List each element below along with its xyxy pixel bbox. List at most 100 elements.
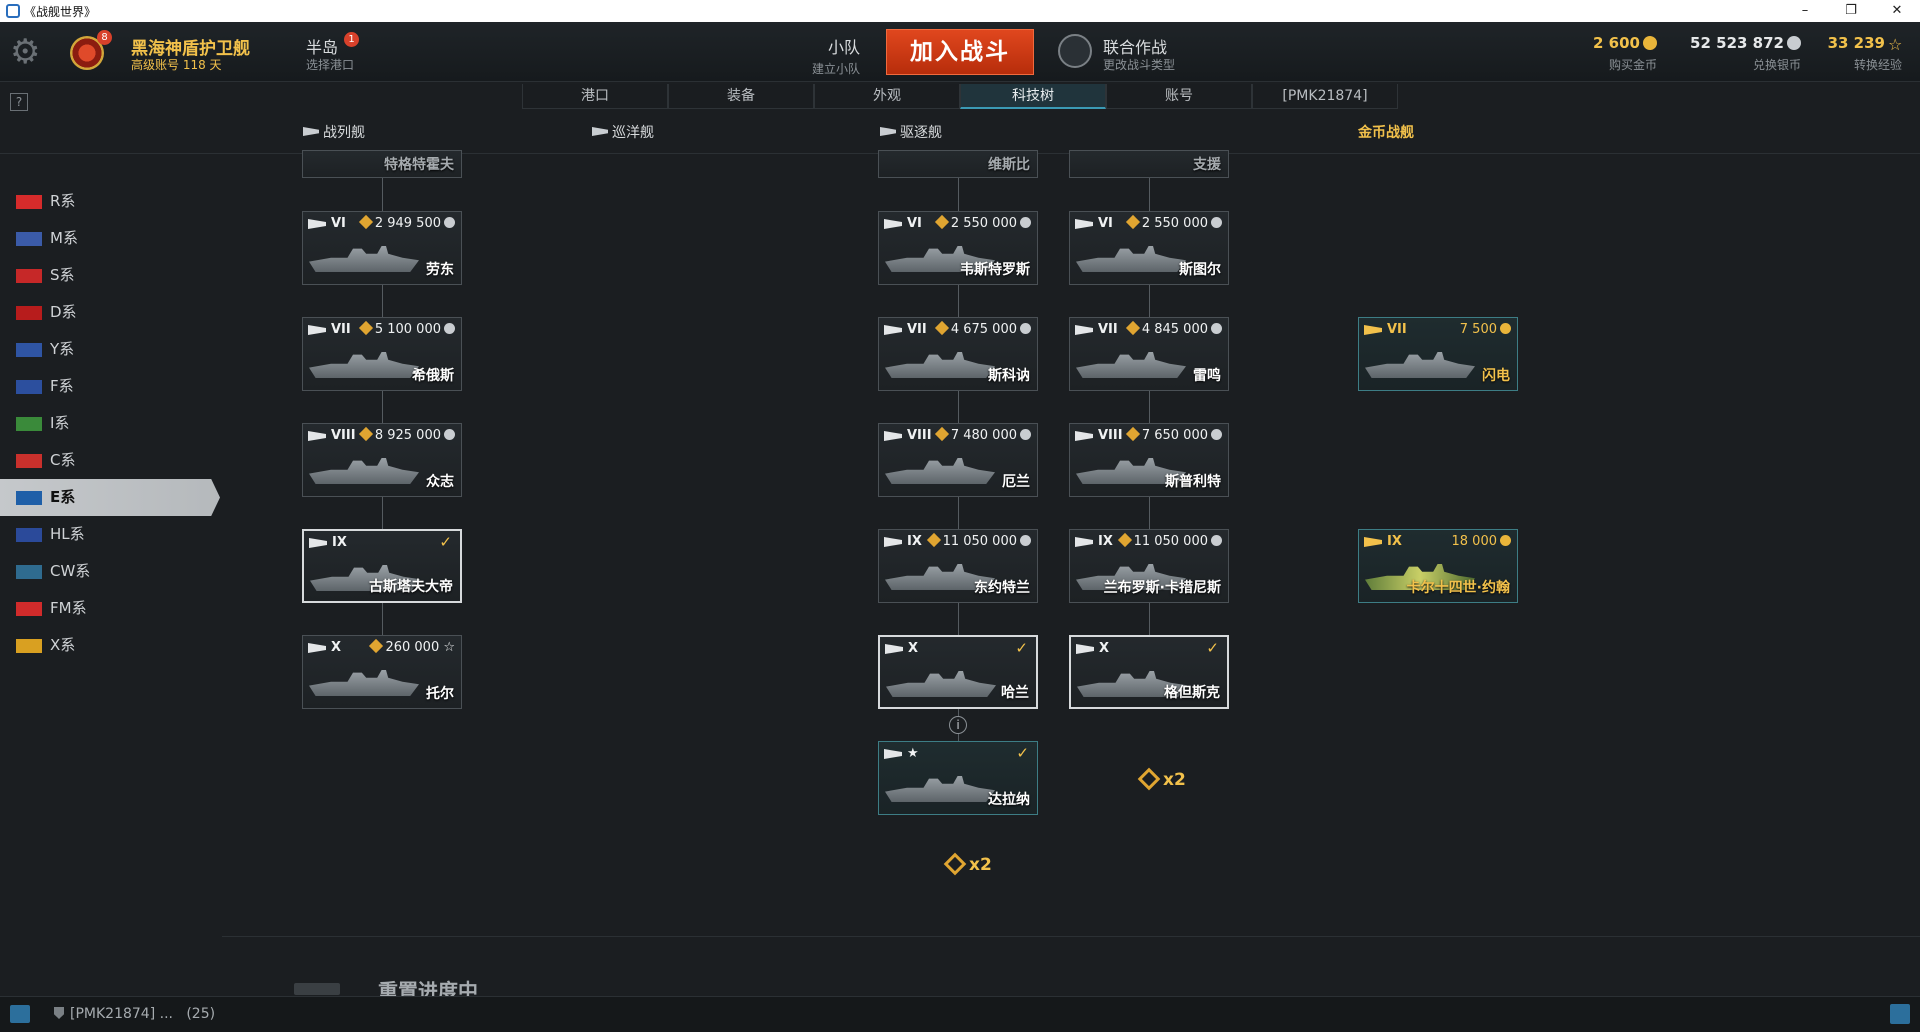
nation-item-x[interactable]: X系 (0, 627, 220, 664)
top-header: ⚙ 8 黑海神盾护卫舰 高级账号 118 天 半岛 1 选择港口 小队 建立小队… (0, 22, 1920, 82)
nation-item-s[interactable]: S系 (0, 257, 220, 294)
ship-card-dalarna[interactable]: ★ ✓ 达拉纳 (878, 741, 1038, 815)
port-name[interactable]: 半岛 (306, 34, 338, 58)
ship-tier: VIII (1098, 428, 1123, 443)
credit-icon (1211, 429, 1222, 440)
battleship-class-icon (303, 127, 319, 136)
tab-armory[interactable]: 装备 (668, 84, 814, 109)
close-button[interactable]: ✕ (1874, 0, 1920, 22)
discount-tag-icon (358, 320, 373, 336)
nation-label: Y系 (50, 340, 75, 358)
doubloon-icon (1500, 323, 1511, 334)
nation-item-cw[interactable]: CW系 (0, 553, 220, 590)
ship-card-grom[interactable]: VII 4 845 000 雷鸣 (1069, 317, 1229, 391)
maximize-button[interactable]: ❐ (1828, 0, 1874, 22)
ship-card-skane[interactable]: VII 4 675 000 斯科讷 (878, 317, 1038, 391)
destroyer-icon (884, 431, 902, 441)
notification-bell-icon[interactable] (1890, 1004, 1910, 1024)
flag-icon (16, 380, 42, 394)
battle-mode-icon[interactable] (1058, 34, 1092, 68)
nation-item-e[interactable]: E系 (0, 479, 220, 516)
nation-item-f[interactable]: F系 (0, 368, 220, 405)
ship-card-blixten[interactable]: VII 7 500 闪电 (1358, 317, 1518, 391)
research-bonus-marker: x2 (943, 852, 992, 876)
nation-item-r[interactable]: R系 (0, 183, 220, 220)
ship-price: 4 675 000 (950, 322, 1017, 337)
nation-item-m[interactable]: M系 (0, 220, 220, 257)
ship-card-lambros-katsonis[interactable]: IX 11 050 000 兰布罗斯·卡措尼斯 (1069, 529, 1229, 603)
tab-tech-tree[interactable]: 科技树 (960, 84, 1106, 109)
ship-card-psara[interactable]: VI 2 550 000 斯图尔 (1069, 211, 1229, 285)
ship-tier: VI (1098, 216, 1113, 231)
ship-card-chios[interactable]: VII 5 100 000 希俄斯 (302, 317, 462, 391)
battle-mode-name[interactable]: 联合作战 (1103, 34, 1167, 58)
nation-item-fm[interactable]: FM系 (0, 590, 220, 627)
ship-name: 兰布罗斯·卡措尼斯 (1103, 580, 1221, 596)
ship-name: 达拉纳 (988, 792, 1030, 808)
join-battle-button[interactable]: 加入战斗 (886, 29, 1034, 75)
ship-tier: IX (332, 535, 347, 550)
ship-name: 特格特霍夫 (384, 157, 454, 173)
ship-card-gustav[interactable]: IX ✓ 古斯塔夫大帝 (302, 529, 462, 603)
flag-icon (16, 491, 42, 505)
doubloons-balance[interactable]: 2 600 购买金币 (1593, 34, 1657, 73)
class-premium[interactable]: 金币战舰 (1358, 122, 1414, 142)
ship-name: 格但斯克 (1164, 685, 1220, 701)
ship-card-split[interactable]: VIII 7 650 000 斯普利特 (1069, 423, 1229, 497)
flag-icon (16, 565, 42, 579)
window-title: 《战舰世界》 (24, 4, 97, 19)
ship-card-visby[interactable]: 维斯比 (878, 150, 1038, 178)
minimize-button[interactable]: – (1782, 0, 1828, 22)
change-battle-type-link[interactable]: 更改战斗类型 (1103, 56, 1175, 73)
chat-icon[interactable] (10, 1005, 30, 1023)
nation-item-c[interactable]: C系 (0, 442, 220, 479)
free-xp-balance[interactable]: 33 239 ☆ 转换经验 (1828, 34, 1903, 73)
flag-icon (16, 232, 42, 246)
ship-name: 雷鸣 (1193, 368, 1221, 384)
ship-name: 托尔 (426, 686, 454, 702)
ship-card-thor[interactable]: X 260 000 ☆ 托尔 (302, 635, 462, 709)
destroyer-label: 驱逐舰 (900, 125, 942, 141)
ship-card-ostergotland[interactable]: IX 11 050 000 东约特兰 (878, 529, 1038, 603)
tab-clan[interactable]: [PMK21874] (1252, 84, 1398, 109)
ship-card-halland[interactable]: X ✓ 哈兰 (878, 635, 1038, 709)
ship-card-vasteras[interactable]: VI 2 550 000 韦斯特罗斯 (878, 211, 1038, 285)
ship-card-zhongzhi[interactable]: VIII 8 925 000 众志 (302, 423, 462, 497)
ship-card-oland[interactable]: VIII 7 480 000 厄兰 (878, 423, 1038, 497)
info-icon[interactable]: i (949, 716, 967, 734)
nation-item-i[interactable]: I系 (0, 405, 220, 442)
player-emblem[interactable]: 8 (66, 30, 112, 74)
ship-card-loudon[interactable]: VI 2 949 500 劳东 (302, 211, 462, 285)
ship-tier: ★ (907, 746, 919, 761)
nation-item-d[interactable]: D系 (0, 294, 220, 331)
clan-info[interactable]: [PMK21874] ... (25) (54, 1006, 215, 1022)
tab-appearance[interactable]: 外观 (814, 84, 960, 109)
flag-icon (16, 306, 42, 320)
settings-gear-icon[interactable]: ⚙ (10, 34, 50, 70)
help-button[interactable]: ? (10, 93, 28, 111)
tab-account[interactable]: 账号 (1106, 84, 1252, 109)
premium-account-status: 高级账号 118 天 (131, 58, 222, 72)
squad-button[interactable]: 小队 建立小队 (800, 34, 860, 77)
destroyer-class-icon (880, 127, 896, 136)
ship-name: 希俄斯 (412, 368, 454, 384)
nation-item-y[interactable]: Y系 (0, 331, 220, 368)
doubloon-icon (1643, 36, 1657, 50)
class-battleship[interactable]: 战列舰 (303, 122, 365, 142)
select-port-link[interactable]: 选择港口 (306, 56, 354, 73)
class-cruiser[interactable]: 巡洋舰 (592, 122, 654, 142)
class-destroyer[interactable]: 驱逐舰 (880, 122, 942, 142)
tab-port[interactable]: 港口 (522, 84, 668, 109)
reset-progress-button[interactable] (294, 983, 340, 995)
credits-balance[interactable]: 52 523 872 兑换银币 (1690, 34, 1801, 73)
destroyer-icon (1075, 537, 1093, 547)
ship-silhouette (309, 246, 419, 272)
ship-card-tegetthoff[interactable]: 特格特霍夫 (302, 150, 462, 178)
ship-tier: IX (907, 534, 922, 549)
ship-card-support[interactable]: 支援 (1069, 150, 1229, 178)
ship-name: 东约特兰 (974, 580, 1030, 596)
ship-card-karl-xiv-johan[interactable]: IX 18 000 卡尔十四世·约翰 (1358, 529, 1518, 603)
ship-card-gdansk[interactable]: X ✓ 格但斯克 (1069, 635, 1229, 709)
nation-item-hl[interactable]: HL系 (0, 516, 220, 553)
research-bureau-icon (1137, 767, 1161, 791)
